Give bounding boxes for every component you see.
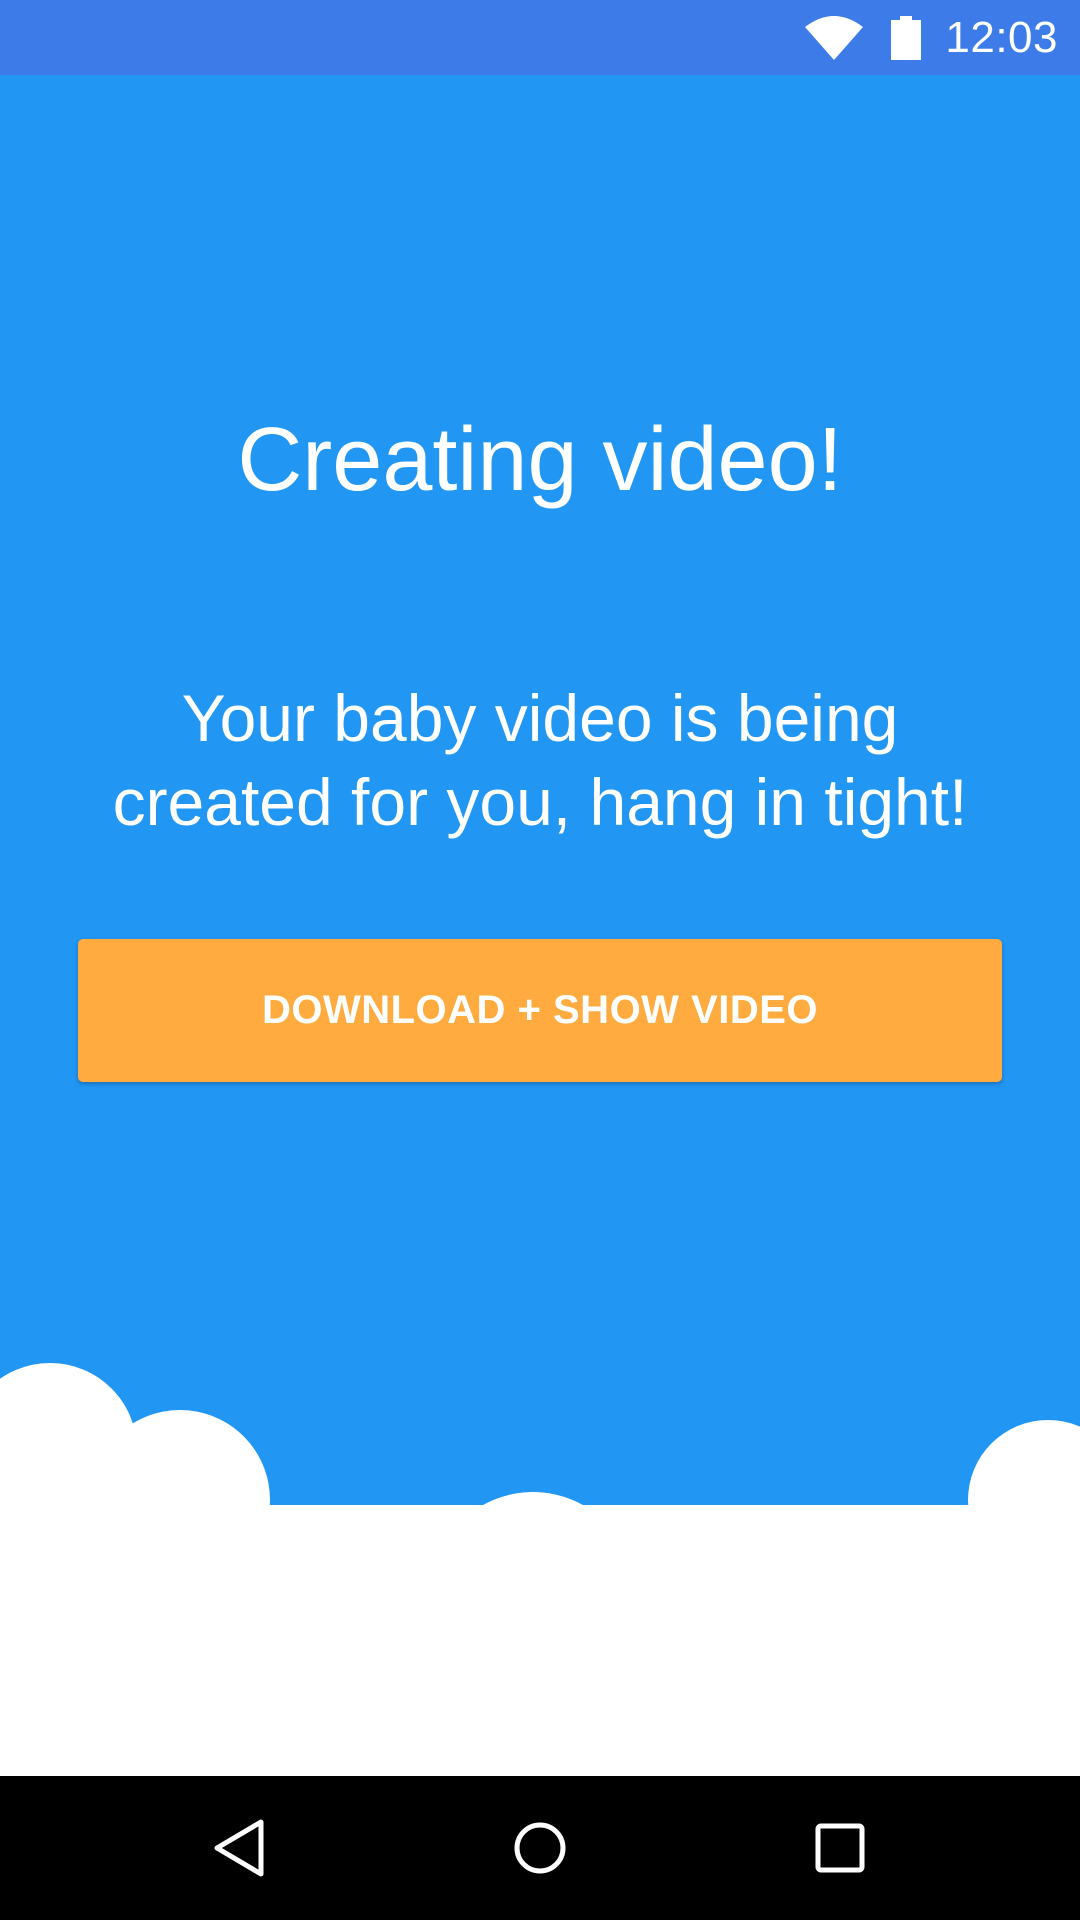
status-time: 12:03: [945, 13, 1058, 62]
home-icon: [514, 1822, 566, 1874]
recents-icon: [815, 1823, 865, 1873]
page-title: Creating video!: [237, 410, 843, 510]
status-bar: 12:03: [0, 0, 1080, 75]
battery-icon: [891, 15, 922, 60]
download-show-video-button[interactable]: DOWNLOAD + SHOW VIDEO: [78, 939, 1002, 1082]
back-icon: [214, 1819, 264, 1877]
status-message: Your baby video is being created for you…: [112, 681, 968, 839]
wifi-icon: [805, 15, 864, 60]
back-button[interactable]: [191, 1798, 291, 1898]
home-button[interactable]: [490, 1798, 590, 1898]
status-icons: 12:03: [805, 0, 1058, 75]
recents-button[interactable]: [790, 1798, 890, 1898]
navigation-bar: [0, 1776, 1080, 1920]
clouds-decoration: [0, 1363, 1080, 1776]
